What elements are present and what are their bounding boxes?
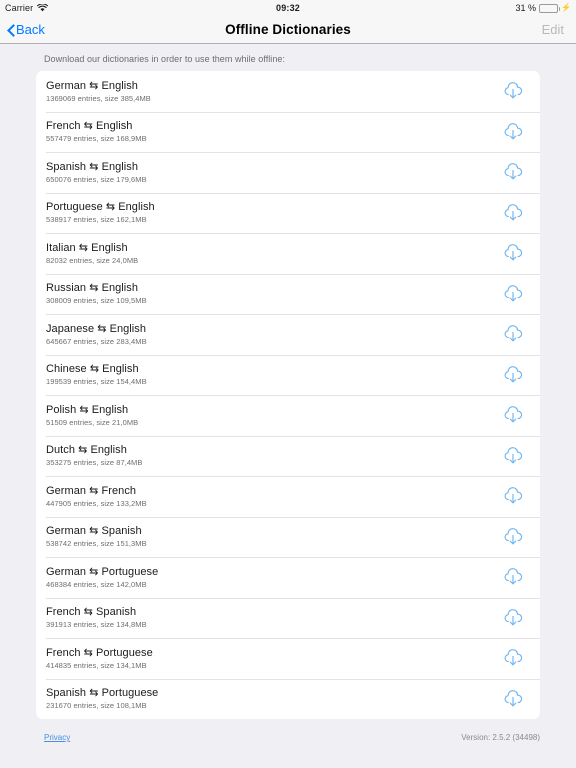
dictionary-row-texts: Polish ⇆ English 51509 entries, size 21,0… [46, 403, 500, 428]
dictionary-row[interactable]: German ⇆ Spanish 538742 entries, size 151… [36, 516, 540, 558]
cloud-download-icon[interactable] [500, 78, 526, 104]
dictionary-subtitle: 51509 entries, size 21,0MB [46, 417, 139, 427]
dictionary-row[interactable]: French ⇆ Portuguese 414835 entries, size … [36, 638, 540, 679]
cloud-download-icon[interactable] [500, 686, 526, 712]
dictionary-row[interactable]: German ⇆ French 447905 entries, size 133,… [36, 476, 540, 517]
battery-icon [539, 3, 561, 13]
dictionary-row-texts: Spanish ⇆ Portuguese 231670 entries, size… [46, 686, 500, 711]
dictionary-row[interactable]: Spanish ⇆ English 650076 entries, size 17… [36, 152, 540, 193]
dictionary-row[interactable]: Russian ⇆ English 308009 entries, size 10… [36, 273, 540, 315]
app-root: Carrier 09:32 31 % ⚡ Back Offline Dictio… [0, 0, 576, 768]
dictionary-row[interactable]: Italian ⇆ English 82032 entries, size 24,… [36, 233, 540, 274]
dictionary-row-texts: German ⇆ English 1369069 entries, size 38… [46, 79, 500, 104]
edit-button[interactable]: Edit [542, 22, 564, 37]
dictionary-row-texts: Spanish ⇆ English 650076 entries, size 17… [46, 160, 500, 185]
dictionary-subtitle: 353275 entries, size 87,4MB [46, 458, 143, 468]
dictionary-subtitle: 645667 entries, size 283,4MB [46, 336, 147, 346]
dictionary-row[interactable]: French ⇆ Spanish 391913 entries, size 134… [36, 597, 540, 639]
cloud-download-icon[interactable] [500, 483, 526, 509]
dictionary-row-texts: Chinese ⇆ English 199539 entries, size 15… [46, 362, 500, 387]
dictionary-row[interactable]: Polish ⇆ English 51509 entries, size 21,0… [36, 395, 540, 436]
dictionary-title: German ⇆ Spanish [46, 525, 142, 538]
dictionary-subtitle: 231670 entries, size 108,1MB [46, 701, 147, 711]
cloud-download-icon[interactable] [500, 402, 526, 428]
battery-percent-label: 31 % [515, 3, 537, 13]
dictionary-subtitle: 414835 entries, size 134,1MB [46, 660, 147, 670]
dictionary-row[interactable]: Japanese ⇆ English 645667 entries, size 2… [36, 314, 540, 355]
privacy-link[interactable]: Privacy [44, 733, 70, 742]
dictionary-list: German ⇆ English 1369069 entries, size 38… [36, 71, 540, 719]
dictionary-title: Japanese ⇆ English [46, 322, 147, 335]
dictionary-row[interactable]: German ⇆ Portuguese 468384 entries, size … [36, 557, 540, 598]
cloud-download-icon[interactable] [500, 200, 526, 226]
dictionary-row[interactable]: French ⇆ English 557479 entries, size 168… [36, 111, 540, 153]
dictionary-title: German ⇆ Portuguese [46, 565, 159, 578]
dictionary-title: Chinese ⇆ English [46, 363, 139, 376]
dictionary-subtitle: 650076 entries, size 179,6MB [46, 174, 147, 184]
dictionary-subtitle: 468384 entries, size 142,0MB [46, 579, 147, 589]
content-area: Download our dictionaries in order to us… [0, 44, 576, 768]
dictionary-title: French ⇆ Portuguese [46, 646, 153, 659]
dictionary-row-texts: German ⇆ Portuguese 468384 entries, size … [46, 565, 500, 590]
dictionary-title: Russian ⇆ English [46, 282, 138, 295]
dictionary-row-texts: Japanese ⇆ English 645667 entries, size 2… [46, 322, 500, 347]
status-bar: Carrier 09:32 31 % ⚡ [0, 0, 576, 16]
cloud-download-icon[interactable] [500, 281, 526, 307]
dictionary-subtitle: 391913 entries, size 134,8MB [46, 620, 147, 630]
dictionary-row[interactable]: Dutch ⇆ English 353275 entries, size 87,4… [36, 435, 540, 477]
intro-text: Download our dictionaries in order to us… [44, 54, 286, 64]
dictionary-row-texts: Portuguese ⇆ English 538917 entries, size… [46, 200, 500, 225]
dictionary-subtitle: 538742 entries, size 151,3MB [46, 539, 147, 549]
cloud-download-icon[interactable] [500, 605, 526, 631]
lightning-bolt-icon: ⚡ [561, 3, 571, 12]
dictionary-title: French ⇆ English [46, 120, 133, 133]
status-bar-right: 31 % ⚡ [516, 3, 571, 13]
cloud-download-icon[interactable] [500, 645, 526, 671]
dictionary-subtitle: 557479 entries, size 168,9MB [46, 134, 147, 144]
dictionary-subtitle: 308009 entries, size 109,5MB [46, 296, 147, 306]
dictionary-row[interactable]: German ⇆ English 1369069 entries, size 38… [36, 71, 540, 112]
dictionary-row-texts: French ⇆ Portuguese 414835 entries, size … [46, 646, 500, 671]
dictionary-row[interactable]: Portuguese ⇆ English 538917 entries, size… [36, 192, 540, 234]
dictionary-subtitle: 447905 entries, size 133,2MB [46, 498, 147, 508]
dictionary-row[interactable]: Chinese ⇆ English 199539 entries, size 15… [36, 354, 540, 396]
cloud-download-icon[interactable] [500, 119, 526, 145]
dictionary-subtitle: 199539 entries, size 154,4MB [46, 377, 147, 387]
dictionary-subtitle: 538917 entries, size 162,1MB [46, 215, 147, 225]
dictionary-title: German ⇆ English [46, 79, 138, 92]
cloud-download-icon[interactable] [500, 159, 526, 185]
dictionary-title: Italian ⇆ English [46, 241, 128, 254]
cloud-download-icon[interactable] [500, 443, 526, 469]
dictionary-title: Spanish ⇆ English [46, 160, 139, 173]
cloud-download-icon[interactable] [500, 564, 526, 590]
dictionary-subtitle: 82032 entries, size 24,0MB [46, 255, 139, 265]
dictionary-title: Spanish ⇆ Portuguese [46, 687, 159, 700]
page-title: Offline Dictionaries [225, 22, 351, 37]
cloud-download-icon[interactable] [500, 524, 526, 550]
footer: Privacy Version: 2.5.2 (34498) [0, 733, 576, 742]
dictionary-row-texts: German ⇆ French 447905 entries, size 133,… [46, 484, 500, 509]
dictionary-row-texts: French ⇆ English 557479 entries, size 168… [46, 119, 500, 144]
dictionary-row-texts: Dutch ⇆ English 353275 entries, size 87,4… [46, 443, 500, 468]
cloud-download-icon[interactable] [500, 240, 526, 266]
dictionary-title: Dutch ⇆ English [46, 444, 127, 457]
cloud-download-icon[interactable] [500, 321, 526, 347]
dictionary-row-texts: German ⇆ Spanish 538742 entries, size 151… [46, 524, 500, 549]
dictionary-row-texts: Russian ⇆ English 308009 entries, size 10… [46, 281, 500, 306]
dictionary-row-texts: Italian ⇆ English 82032 entries, size 24,… [46, 241, 500, 266]
dictionary-row-texts: French ⇆ Spanish 391913 entries, size 134… [46, 605, 500, 630]
status-bar-clock: 09:32 [275, 3, 301, 13]
dictionary-title: Portuguese ⇆ English [46, 201, 155, 214]
navigation-bar: Back Offline Dictionaries Edit [0, 16, 576, 44]
dictionary-title: German ⇆ French [46, 484, 137, 497]
dictionary-row[interactable]: Spanish ⇆ Portuguese 231670 entries, size… [36, 678, 540, 720]
dictionary-title: French ⇆ Spanish [46, 606, 137, 619]
dictionary-title: Polish ⇆ English [46, 403, 129, 416]
dictionary-subtitle: 1369069 entries, size 385,4MB [46, 93, 151, 103]
cloud-download-icon[interactable] [500, 362, 526, 388]
version-label: Version: 2.5.2 (34498) [461, 733, 540, 742]
